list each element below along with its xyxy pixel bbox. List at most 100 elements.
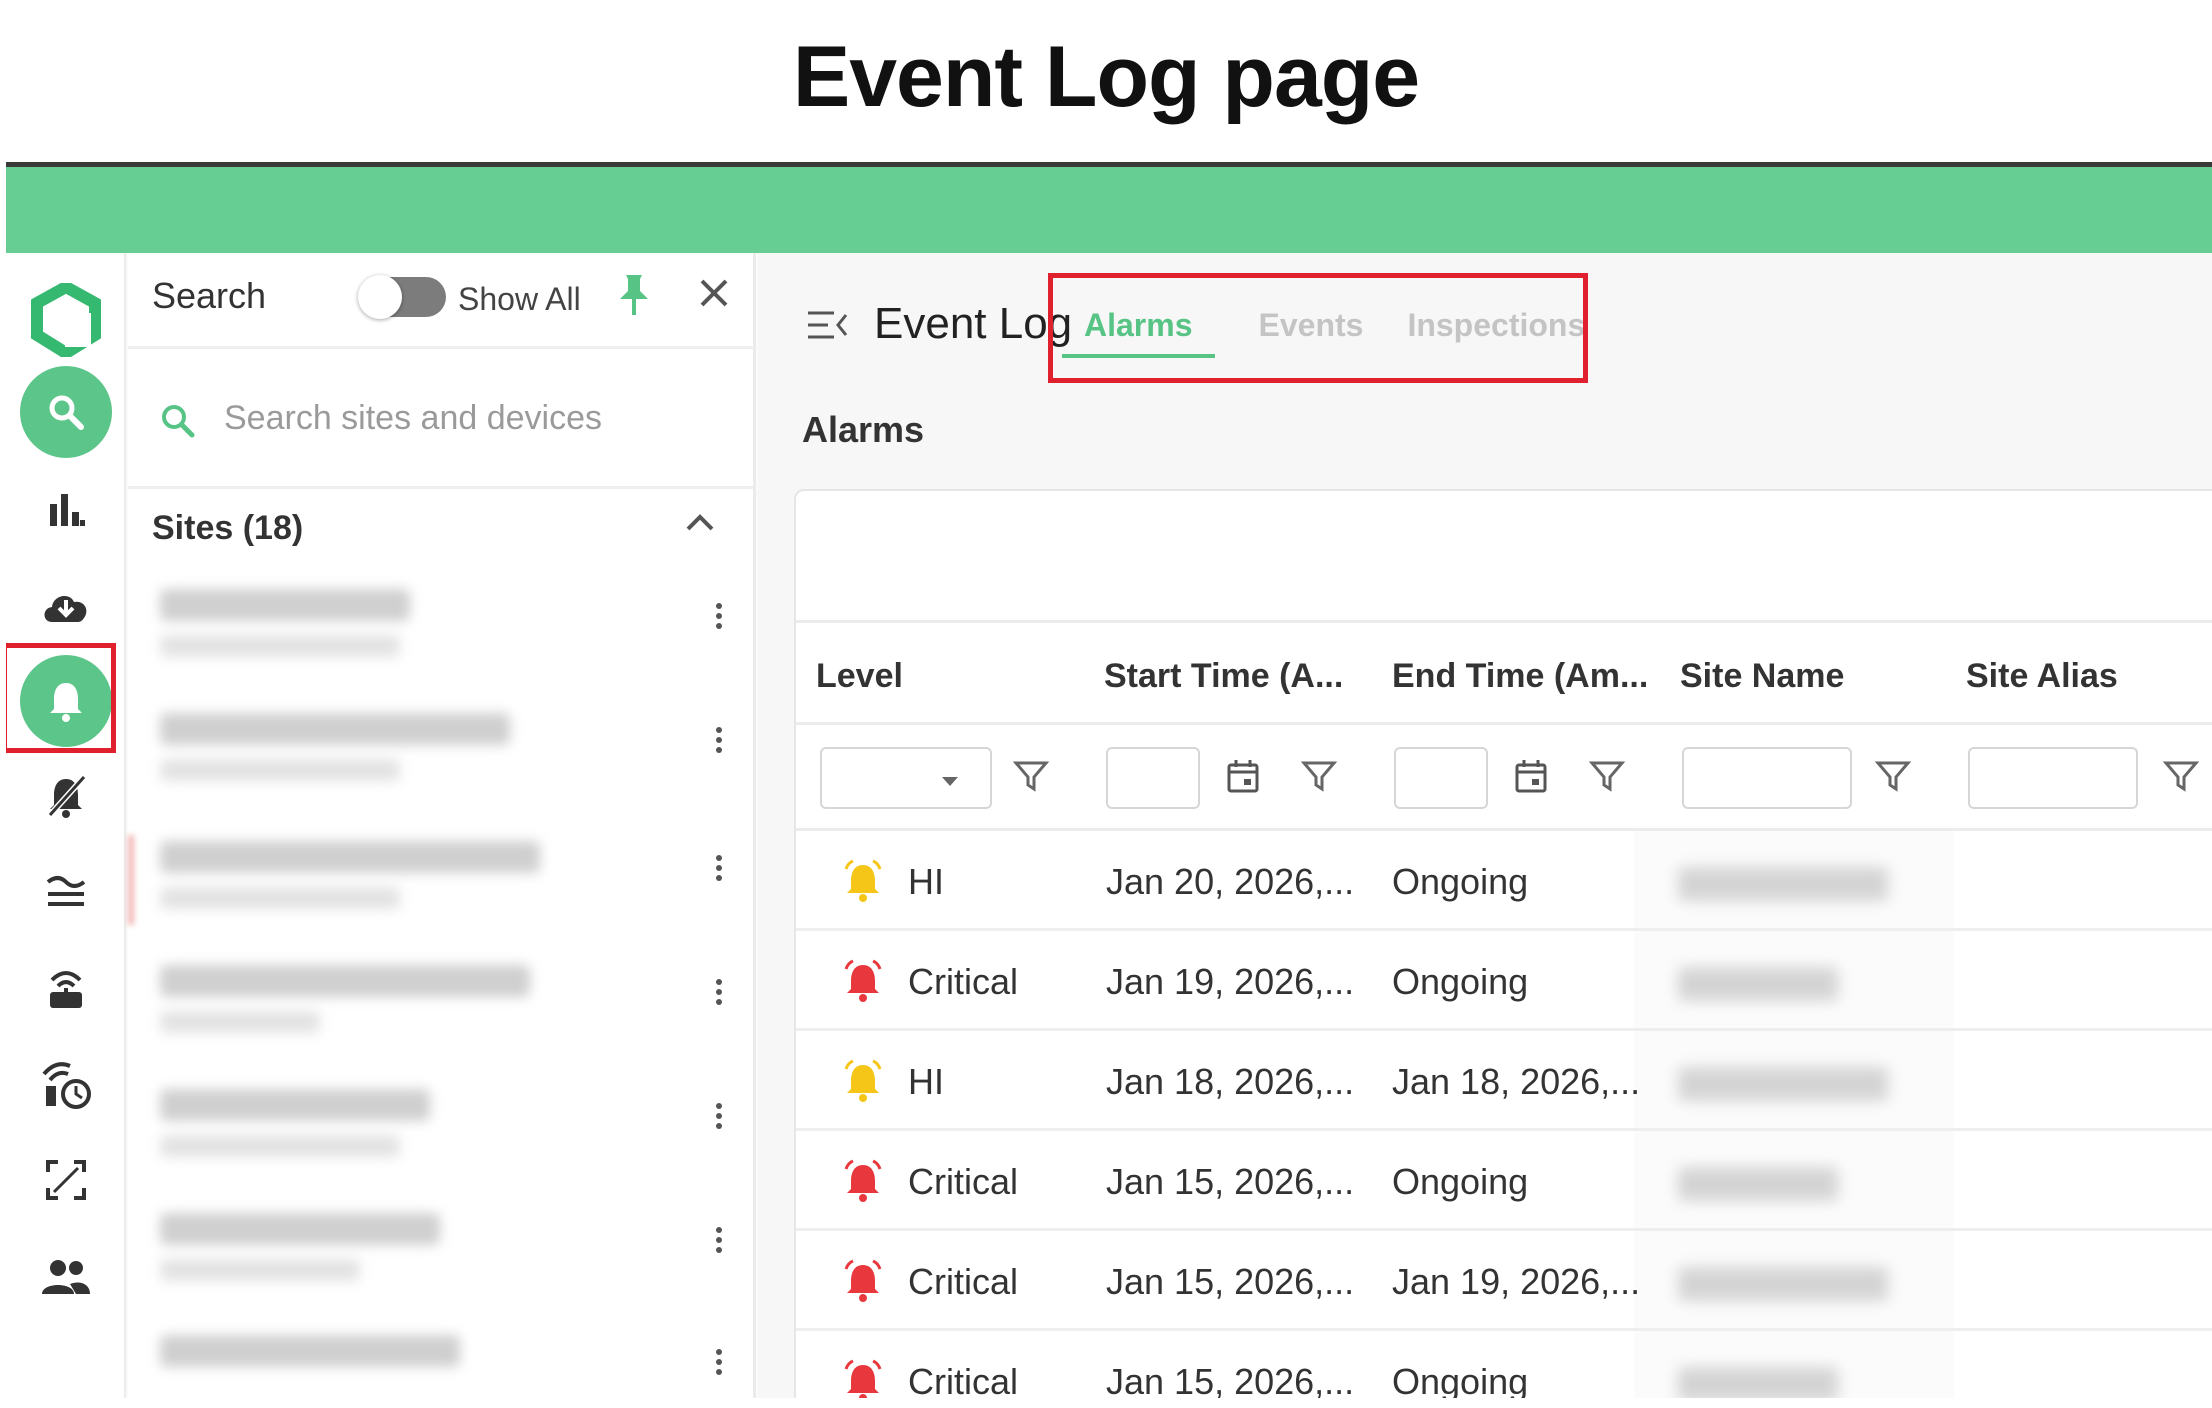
calendar-icon[interactable] xyxy=(1512,757,1550,795)
filter-icon[interactable] xyxy=(1874,757,1912,795)
blurred-site-name xyxy=(160,965,530,997)
cell-end-time: Jan 18, 2026,... xyxy=(1392,1061,1641,1102)
table-header: Level Start Time (A... End Time (Am... S… xyxy=(796,625,2212,725)
more-vert-icon[interactable] xyxy=(716,1223,726,1257)
waves-icon[interactable] xyxy=(16,853,116,931)
critical-alarm-bell-icon xyxy=(840,1157,886,1208)
blurred-site-name xyxy=(160,1213,440,1245)
cell-level: Critical xyxy=(908,1361,1019,1398)
table-row[interactable]: HI Jan 18, 2026,... Jan 18, 2026,... xyxy=(796,1031,2212,1131)
filter-row xyxy=(796,727,2212,831)
site-list-item[interactable] xyxy=(148,1315,738,1398)
start-time-filter-input[interactable] xyxy=(1106,747,1200,809)
blurred-site-name xyxy=(1678,867,1888,901)
event-log-main: Event Log Alarms Events Inspections Alar… xyxy=(758,253,2212,1398)
users-icon[interactable] xyxy=(16,1237,116,1315)
filter-icon[interactable] xyxy=(1588,757,1626,795)
blurred-site-detail xyxy=(160,1135,400,1157)
site-panel-header: Search Show All xyxy=(128,253,753,349)
page-title: Event Log page xyxy=(792,29,1420,125)
cloud-download-icon[interactable] xyxy=(16,567,116,645)
bell-off-icon[interactable] xyxy=(16,757,116,835)
blurred-site-detail xyxy=(160,1011,320,1033)
rail-highlight-box xyxy=(6,643,116,753)
site-list-item[interactable] xyxy=(148,1193,738,1313)
section-title: Alarms xyxy=(802,409,925,450)
logo-icon[interactable] xyxy=(16,281,116,359)
cell-level: HI xyxy=(908,861,944,902)
close-icon[interactable] xyxy=(696,275,732,311)
hi-alarm-bell-icon xyxy=(840,857,886,908)
cell-end-time: Ongoing xyxy=(1392,1361,1529,1398)
chevron-up-icon[interactable] xyxy=(684,511,716,533)
critical-alarm-bell-icon xyxy=(840,1357,886,1398)
scan-icon[interactable] xyxy=(16,1141,116,1219)
blurred-site-detail xyxy=(160,635,400,657)
blurred-site-detail xyxy=(160,1259,360,1281)
app-screen: Search Show All Sites (18) xyxy=(6,162,2212,1398)
icon-rail xyxy=(6,253,126,1398)
more-vert-icon[interactable] xyxy=(716,599,726,633)
more-vert-icon[interactable] xyxy=(716,1099,726,1133)
column-header-end-time[interactable]: End Time (Am... xyxy=(1392,657,1648,696)
site-name-filter-input[interactable] xyxy=(1682,747,1852,809)
table-row[interactable]: Critical Jan 15, 2026,... Ongoing xyxy=(796,1131,2212,1231)
more-vert-icon[interactable] xyxy=(716,723,726,757)
selected-site-marker xyxy=(128,835,134,925)
column-header-site-alias[interactable]: Site Alias xyxy=(1966,657,2118,696)
table-row[interactable]: Critical Jan 15, 2026,... Ongoing xyxy=(796,1331,2212,1398)
blurred-site-name xyxy=(1678,967,1838,1001)
blurred-site-name xyxy=(1678,1267,1888,1301)
table-row[interactable]: Critical Jan 15, 2026,... Jan 19, 2026,... xyxy=(796,1231,2212,1331)
cell-level: Critical xyxy=(908,1161,1019,1202)
blurred-site-name xyxy=(160,841,540,873)
tabs-highlight-box xyxy=(1048,273,1588,383)
alarms-table-card: Level Start Time (A... End Time (Am... S… xyxy=(794,489,2212,1398)
bar-chart-icon[interactable] xyxy=(16,471,116,549)
filter-icon[interactable] xyxy=(1012,757,1050,795)
critical-alarm-bell-icon xyxy=(840,957,886,1008)
search-icon xyxy=(49,395,84,430)
site-alias-filter-input[interactable] xyxy=(1968,747,2138,809)
filter-icon[interactable] xyxy=(1300,757,1338,795)
site-list-item[interactable] xyxy=(148,693,738,813)
filter-icon[interactable] xyxy=(2162,757,2200,795)
chevron-down-icon xyxy=(942,777,958,786)
sites-title: Sites (18) xyxy=(152,509,304,547)
router-icon[interactable] xyxy=(16,949,116,1027)
table-row[interactable]: HI Jan 20, 2026,... Ongoing xyxy=(796,831,2212,931)
site-list-item[interactable] xyxy=(148,821,738,941)
blurred-site-name xyxy=(160,713,510,745)
blurred-site-name xyxy=(1678,1167,1838,1201)
blurred-site-name xyxy=(1678,1367,1838,1398)
blurred-site-name xyxy=(160,1335,460,1367)
cell-start-time: Jan 15, 2026,... xyxy=(1106,1261,1355,1302)
site-search-row xyxy=(128,349,753,489)
menu-collapse-icon[interactable] xyxy=(806,309,850,341)
calendar-icon[interactable] xyxy=(1224,757,1262,795)
blurred-site-detail xyxy=(160,759,400,781)
sites-header[interactable]: Sites (18) xyxy=(128,489,753,559)
more-vert-icon[interactable] xyxy=(716,975,726,1009)
more-vert-icon[interactable] xyxy=(716,851,726,885)
column-header-start-time[interactable]: Start Time (A... xyxy=(1104,657,1343,696)
end-time-filter-input[interactable] xyxy=(1394,747,1488,809)
column-header-level[interactable]: Level xyxy=(816,657,903,696)
site-search-input[interactable] xyxy=(224,393,724,443)
cell-start-time: Jan 15, 2026,... xyxy=(1106,1161,1355,1202)
more-vert-icon[interactable] xyxy=(716,1345,726,1379)
site-list-item[interactable] xyxy=(148,1069,738,1189)
level-filter-select[interactable] xyxy=(820,747,992,809)
show-all-toggle[interactable] xyxy=(358,275,446,319)
search-nav-button[interactable] xyxy=(16,366,116,458)
schedule-signal-icon[interactable] xyxy=(16,1045,116,1123)
blurred-site-name xyxy=(1678,1067,1888,1101)
cell-start-time: Jan 19, 2026,... xyxy=(1106,961,1355,1002)
pin-icon[interactable] xyxy=(614,271,654,319)
cell-end-time: Ongoing xyxy=(1392,861,1529,902)
site-list-item[interactable] xyxy=(148,569,738,689)
critical-alarm-bell-icon xyxy=(840,1257,886,1308)
table-row[interactable]: Critical Jan 19, 2026,... Ongoing xyxy=(796,931,2212,1031)
column-header-site-name[interactable]: Site Name xyxy=(1680,657,1844,696)
site-list-item[interactable] xyxy=(148,945,738,1065)
